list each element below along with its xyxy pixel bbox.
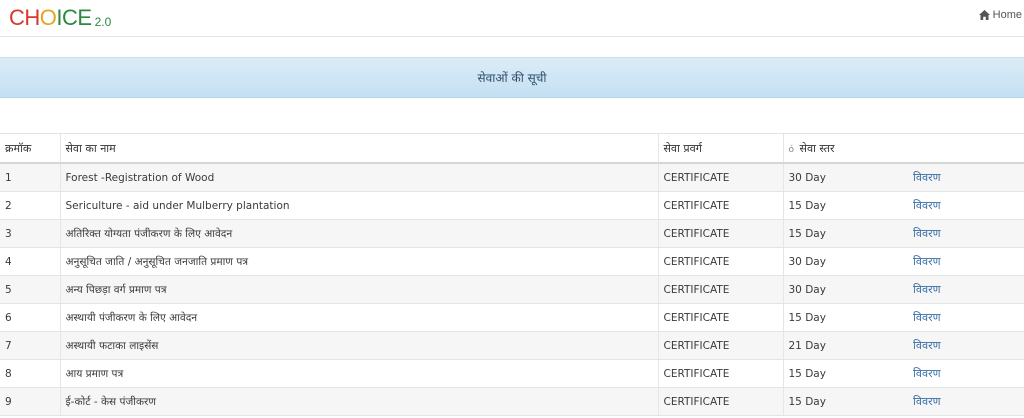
cell-serial: 1	[0, 163, 60, 192]
details-link[interactable]: विवरण	[908, 163, 1024, 192]
details-link[interactable]: विवरण	[908, 387, 1024, 416]
cell-service-category: CERTIFICATE	[657, 303, 783, 332]
cell-service-name: अस्थायी फटाका लाइसेंस	[59, 331, 658, 360]
cell-serial: 2	[0, 191, 60, 220]
table-header-row: क्रमॉक सेवा का नाम सेवा प्रवर्ग ó सेवा स…	[0, 133, 1024, 164]
home-link[interactable]: Home	[978, 9, 1022, 21]
cell-service-level: 15 Day	[782, 219, 908, 248]
cell-service-level: 15 Day	[782, 303, 908, 332]
details-link[interactable]: विवरण	[908, 359, 1024, 388]
cell-serial: 8	[0, 359, 60, 388]
cell-service-name: अनुसूचित जाति / अनुसूचित जनजाति प्रमाण प…	[59, 247, 658, 276]
header-service-name[interactable]: सेवा का नाम	[59, 133, 658, 164]
logo-letter: C	[9, 5, 25, 30]
cell-service-level: 15 Day	[782, 359, 908, 388]
logo-letter: E	[77, 5, 92, 30]
table-row: 4 अनुसूचित जाति / अनुसूचित जनजाति प्रमाण …	[0, 247, 1024, 276]
table-row: 6 अस्थायी पंजीकरण के लिए आवेदन CERTIFICATE…	[0, 303, 1024, 332]
header-service-level[interactable]: ó सेवा स्तर	[782, 133, 908, 164]
cell-service-name: अतिरिक्त योग्यता पंजीकरण के लिए आवेदन	[59, 219, 658, 248]
details-link[interactable]: विवरण	[908, 303, 1024, 332]
details-link[interactable]: विवरण	[908, 219, 1024, 248]
cell-service-category: CERTIFICATE	[657, 247, 783, 276]
logo-text: CHOICE	[9, 5, 92, 31]
table-row: 1 Forest -Registration of Wood CERTIFICATE…	[0, 163, 1024, 192]
cell-service-name: Forest -Registration of Wood	[59, 163, 658, 192]
table-row: 7 अस्थायी फटाका लाइसेंस CERTIFICATE 21 Day व…	[0, 331, 1024, 360]
page-title-banner: सेवाओं की सूची	[0, 57, 1024, 98]
cell-service-level: 30 Day	[782, 247, 908, 276]
sort-icon[interactable]: ó	[789, 145, 795, 155]
header-service-category[interactable]: सेवा प्रवर्ग	[657, 133, 783, 164]
services-table: क्रमॉक सेवा का नाम सेवा प्रवर्ग ó सेवा स…	[0, 133, 1024, 416]
page-title: सेवाओं की सूची	[477, 71, 547, 85]
top-navbar: CHOICE 2.0 Home	[0, 0, 1024, 37]
details-link[interactable]: विवरण	[908, 191, 1024, 220]
cell-serial: 3	[0, 219, 60, 248]
details-link[interactable]: विवरण	[908, 247, 1024, 276]
table-row: 9 ई-कोर्ट - केस पंजीकरण CERTIFICATE 15 Day व…	[0, 387, 1024, 416]
choice-logo[interactable]: CHOICE 2.0	[9, 5, 111, 31]
cell-service-category: CERTIFICATE	[657, 359, 783, 388]
cell-serial: 4	[0, 247, 60, 276]
cell-service-category: CERTIFICATE	[657, 191, 783, 220]
logo-version: 2.0	[94, 15, 112, 29]
cell-service-category: CERTIFICATE	[657, 275, 783, 304]
cell-serial: 5	[0, 275, 60, 304]
table-row: 5 अन्य पिछड़ा वर्ग प्रमाण पत्र CERTIFICATE…	[0, 275, 1024, 304]
cell-service-name: Sericulture - aid under Mulberry plantat…	[59, 191, 658, 220]
cell-service-level: 21 Day	[782, 331, 908, 360]
cell-service-level: 30 Day	[782, 163, 908, 192]
table-row: 8 आय प्रमाण पत्र CERTIFICATE 15 Day विवरण	[0, 359, 1024, 388]
logo-letter: C	[62, 5, 78, 30]
cell-service-category: CERTIFICATE	[657, 163, 783, 192]
cell-service-level: 30 Day	[782, 275, 908, 304]
cell-service-name: ई-कोर्ट - केस पंजीकरण	[59, 387, 658, 416]
logo-letter: O	[39, 5, 57, 30]
cell-service-name: अस्थायी पंजीकरण के लिए आवेदन	[59, 303, 658, 332]
home-icon	[978, 10, 990, 20]
table-row: 2 Sericulture - aid under Mulberry planta…	[0, 191, 1024, 220]
cell-serial: 7	[0, 331, 60, 360]
header-service-level-label: सेवा स्तर	[799, 141, 835, 155]
cell-service-level: 15 Day	[782, 191, 908, 220]
cell-serial: 9	[0, 387, 60, 416]
cell-service-level: 15 Day	[782, 387, 908, 416]
details-link[interactable]: विवरण	[908, 331, 1024, 360]
cell-service-category: CERTIFICATE	[657, 219, 783, 248]
header-serial: क्रमॉक	[0, 133, 60, 164]
cell-service-category: CERTIFICATE	[657, 387, 783, 416]
logo-letter: H	[24, 5, 40, 30]
cell-service-name: आय प्रमाण पत्र	[59, 359, 658, 388]
cell-service-name: अन्य पिछड़ा वर्ग प्रमाण पत्र	[59, 275, 658, 304]
cell-serial: 6	[0, 303, 60, 332]
home-label: Home	[992, 9, 1022, 21]
details-link[interactable]: विवरण	[908, 275, 1024, 304]
table-row: 3 अतिरिक्त योग्यता पंजीकरण के लिए आवेदन CE…	[0, 219, 1024, 248]
cell-service-category: CERTIFICATE	[657, 331, 783, 360]
header-action	[908, 133, 1024, 164]
